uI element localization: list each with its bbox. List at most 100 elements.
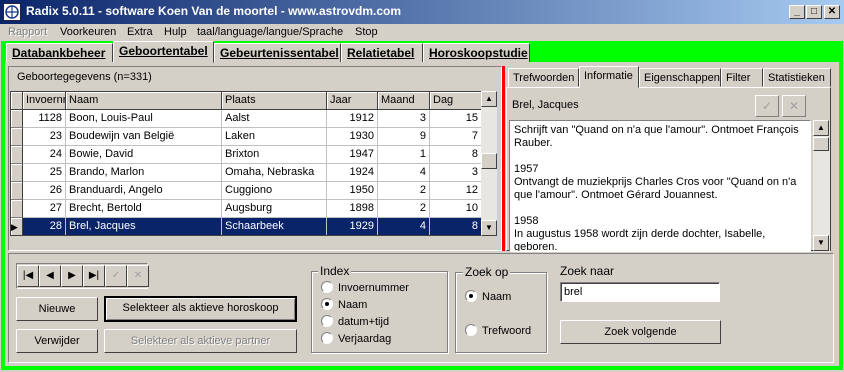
- cell-plaats[interactable]: Aalst: [222, 110, 327, 128]
- cell-jaar[interactable]: 1947: [327, 146, 378, 164]
- scroll-down-arrow-icon[interactable]: ▼: [813, 235, 829, 251]
- menu-stop[interactable]: Stop: [355, 26, 378, 38]
- row-indicator[interactable]: [11, 200, 23, 218]
- cell-naam[interactable]: Brel, Jacques: [66, 218, 222, 235]
- radio-button[interactable]: [321, 281, 333, 293]
- scroll-thumb[interactable]: [481, 153, 497, 169]
- panel-splitter[interactable]: [502, 66, 505, 251]
- cell-dag[interactable]: 3: [430, 164, 482, 182]
- index-option-verjaardag[interactable]: Verjaardag: [321, 332, 391, 345]
- column-header-dag[interactable]: Dag: [430, 92, 482, 110]
- tab-informatie[interactable]: Informatie: [579, 66, 639, 88]
- cell-jaar[interactable]: 1912: [327, 110, 378, 128]
- row-indicator[interactable]: [11, 110, 23, 128]
- row-indicator[interactable]: [11, 128, 23, 146]
- minimize-button[interactable]: _: [789, 5, 805, 19]
- cancel-x-icon[interactable]: ✕: [782, 95, 806, 117]
- tab-geboortentabel[interactable]: Geboortentabel: [113, 41, 214, 63]
- cell-jaar[interactable]: 1930: [327, 128, 378, 146]
- row-indicator[interactable]: [11, 164, 23, 182]
- cell-naam[interactable]: Brecht, Bertold: [66, 200, 222, 218]
- birth-data-grid[interactable]: Invoernr Naam Plaats Jaar Maand Dag 1128…: [10, 91, 488, 236]
- next-record-icon[interactable]: ▶: [61, 265, 83, 287]
- column-header-maand[interactable]: Maand: [378, 92, 430, 110]
- tab-statistieken[interactable]: Statistieken: [763, 68, 831, 87]
- cell-invoernr[interactable]: 1128: [23, 110, 66, 128]
- cell-jaar[interactable]: 1924: [327, 164, 378, 182]
- cell-invoernr[interactable]: 26: [23, 182, 66, 200]
- column-header-naam[interactable]: Naam: [66, 92, 222, 110]
- select-active-horoscope-button[interactable]: Selekteer als aktieve horoskoop: [104, 296, 297, 322]
- cell-dag[interactable]: 8: [430, 146, 482, 164]
- cell-plaats[interactable]: Augsburg: [222, 200, 327, 218]
- cell-plaats[interactable]: Cuggiono: [222, 182, 327, 200]
- cell-maand[interactable]: 4: [378, 164, 430, 182]
- cell-plaats[interactable]: Brixton: [222, 146, 327, 164]
- cell-invoernr[interactable]: 28: [23, 218, 66, 235]
- menu-hulp[interactable]: Hulp: [164, 26, 187, 38]
- cell-jaar[interactable]: 1898: [327, 200, 378, 218]
- search-input[interactable]: [560, 282, 720, 302]
- new-button[interactable]: Nieuwe: [16, 297, 98, 321]
- maximize-button[interactable]: □: [806, 5, 822, 19]
- cell-naam[interactable]: Boon, Louis-Paul: [66, 110, 222, 128]
- scroll-thumb[interactable]: [813, 137, 829, 151]
- row-indicator-arrow-icon[interactable]: ▶: [11, 218, 23, 235]
- row-indicator[interactable]: [11, 182, 23, 200]
- menu-voorkeuren[interactable]: Voorkeuren: [60, 26, 116, 38]
- menu-extra[interactable]: Extra: [127, 26, 153, 38]
- column-header-plaats[interactable]: Plaats: [222, 92, 327, 110]
- index-option-naam[interactable]: Naam: [321, 298, 367, 311]
- close-button[interactable]: ✕: [824, 5, 840, 19]
- cell-maand[interactable]: 2: [378, 200, 430, 218]
- radio-button[interactable]: [465, 324, 477, 336]
- scroll-up-arrow-icon[interactable]: ▲: [813, 120, 829, 136]
- cell-maand[interactable]: 1: [378, 146, 430, 164]
- cell-naam[interactable]: Brando, Marlon: [66, 164, 222, 182]
- cell-dag[interactable]: 15: [430, 110, 482, 128]
- cell-dag[interactable]: 8: [430, 218, 482, 235]
- cell-naam[interactable]: Branduardi, Angelo: [66, 182, 222, 200]
- cancel-x-icon[interactable]: ✕: [127, 265, 149, 287]
- search-on-trefwoord[interactable]: Trefwoord: [465, 324, 531, 337]
- cell-plaats[interactable]: Laken: [222, 128, 327, 146]
- cell-invoernr[interactable]: 25: [23, 164, 66, 182]
- radio-button[interactable]: [321, 332, 333, 344]
- delete-button[interactable]: Verwijder: [16, 329, 98, 353]
- cell-maand[interactable]: 3: [378, 110, 430, 128]
- tab-eigenschappen[interactable]: Eigenschappen: [639, 68, 721, 87]
- radio-button-selected[interactable]: [465, 290, 477, 302]
- cell-dag[interactable]: 10: [430, 200, 482, 218]
- tab-databankbeheer[interactable]: Databankbeheer: [6, 43, 113, 63]
- tab-filter[interactable]: Filter: [721, 68, 763, 87]
- cell-maand[interactable]: 4: [378, 218, 430, 235]
- previous-record-icon[interactable]: ◀: [39, 265, 61, 287]
- scroll-up-arrow-icon[interactable]: ▲: [481, 91, 497, 107]
- cell-dag[interactable]: 12: [430, 182, 482, 200]
- tab-gebeurtenissentabel[interactable]: Gebeurtenissentabel: [214, 43, 341, 63]
- menu-language[interactable]: taal/language/langue/Sprache: [197, 26, 343, 38]
- search-on-naam[interactable]: Naam: [465, 290, 511, 303]
- index-option-datum-tijd[interactable]: datum+tijd: [321, 315, 389, 328]
- menu-rapport[interactable]: Rapport: [8, 26, 47, 38]
- cell-plaats[interactable]: Schaarbeek: [222, 218, 327, 235]
- row-indicator[interactable]: [11, 146, 23, 164]
- cell-maand[interactable]: 9: [378, 128, 430, 146]
- first-record-icon[interactable]: |◀: [17, 265, 39, 287]
- tab-relatietabel[interactable]: Relatietabel: [341, 43, 423, 63]
- column-header-invoernr[interactable]: Invoernr: [23, 92, 66, 110]
- tab-trefwoorden[interactable]: Trefwoorden: [508, 68, 579, 87]
- post-check-icon[interactable]: ✓: [105, 265, 127, 287]
- last-record-icon[interactable]: ▶|: [83, 265, 105, 287]
- tab-horoskoopstudie[interactable]: Horoskoopstudie: [423, 43, 530, 63]
- cell-invoernr[interactable]: 27: [23, 200, 66, 218]
- info-memo[interactable]: Schrijft van "Quand on n'a que l'amour".…: [509, 120, 811, 252]
- grid-scrollbar[interactable]: ▲ ▼: [481, 91, 497, 236]
- cell-dag[interactable]: 7: [430, 128, 482, 146]
- cell-invoernr[interactable]: 23: [23, 128, 66, 146]
- cell-invoernr[interactable]: 24: [23, 146, 66, 164]
- memo-scrollbar[interactable]: ▲ ▼: [813, 120, 830, 252]
- scroll-down-arrow-icon[interactable]: ▼: [481, 220, 497, 236]
- cell-jaar[interactable]: 1950: [327, 182, 378, 200]
- cell-maand[interactable]: 2: [378, 182, 430, 200]
